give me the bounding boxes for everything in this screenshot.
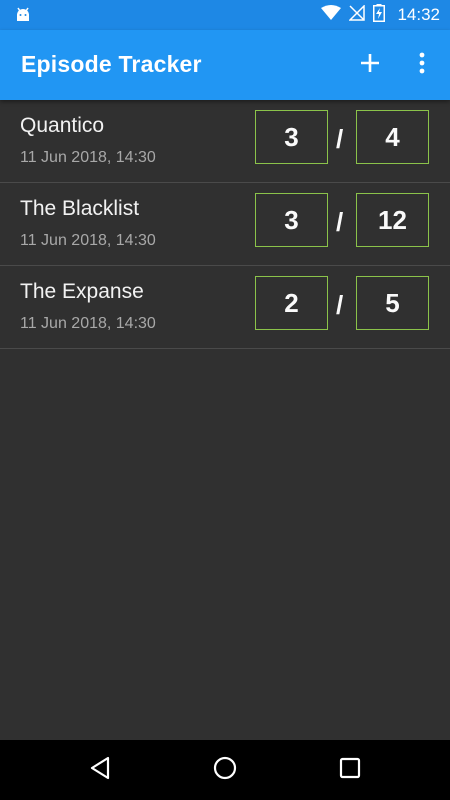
home-button[interactable] xyxy=(209,754,241,786)
overflow-menu-icon xyxy=(419,52,425,79)
show-title: Quantico xyxy=(20,114,105,137)
android-icon xyxy=(14,7,32,28)
no-signal-icon xyxy=(348,3,366,26)
count-separator: / xyxy=(336,124,344,154)
show-list: Quantico 11 Jun 2018, 14:30 3 / 4 The Bl… xyxy=(0,100,450,349)
back-button[interactable] xyxy=(84,754,116,786)
show-title: The Blacklist xyxy=(20,197,140,220)
add-button[interactable] xyxy=(352,47,388,83)
total-count-field[interactable]: 4 xyxy=(356,110,429,164)
status-time: 14:32 xyxy=(397,5,440,24)
show-date: 11 Jun 2018, 14:30 xyxy=(20,315,156,332)
list-item[interactable]: The Expanse 11 Jun 2018, 14:30 2 / 5 xyxy=(0,266,450,349)
show-date: 11 Jun 2018, 14:30 xyxy=(20,232,156,249)
count-separator: / xyxy=(336,207,344,237)
recents-icon xyxy=(339,757,361,784)
show-date: 11 Jun 2018, 14:30 xyxy=(20,149,156,166)
list-item[interactable]: The Blacklist 11 Jun 2018, 14:30 3 / 12 xyxy=(0,183,450,266)
overflow-menu-button[interactable] xyxy=(408,47,436,83)
recents-button[interactable] xyxy=(334,754,366,786)
app-title: Episode Tracker xyxy=(21,51,202,77)
add-icon xyxy=(360,53,380,78)
show-title: The Expanse xyxy=(20,280,144,303)
home-icon xyxy=(213,756,237,785)
app-bar: Episode Tracker xyxy=(0,30,450,100)
total-count-field[interactable]: 5 xyxy=(356,276,429,330)
count-separator: / xyxy=(336,290,344,320)
status-icons: 14:32 xyxy=(321,0,440,30)
watched-count-field[interactable]: 3 xyxy=(255,110,328,164)
system-nav-bar xyxy=(0,740,450,800)
back-icon xyxy=(89,756,111,785)
battery-charging-icon xyxy=(373,3,386,27)
total-count-field[interactable]: 12 xyxy=(356,193,429,247)
watched-count-field[interactable]: 2 xyxy=(255,276,328,330)
wifi-icon xyxy=(321,4,342,26)
status-bar: 14:32 xyxy=(0,0,450,30)
list-item[interactable]: Quantico 11 Jun 2018, 14:30 3 / 4 xyxy=(0,100,450,183)
watched-count-field[interactable]: 3 xyxy=(255,193,328,247)
